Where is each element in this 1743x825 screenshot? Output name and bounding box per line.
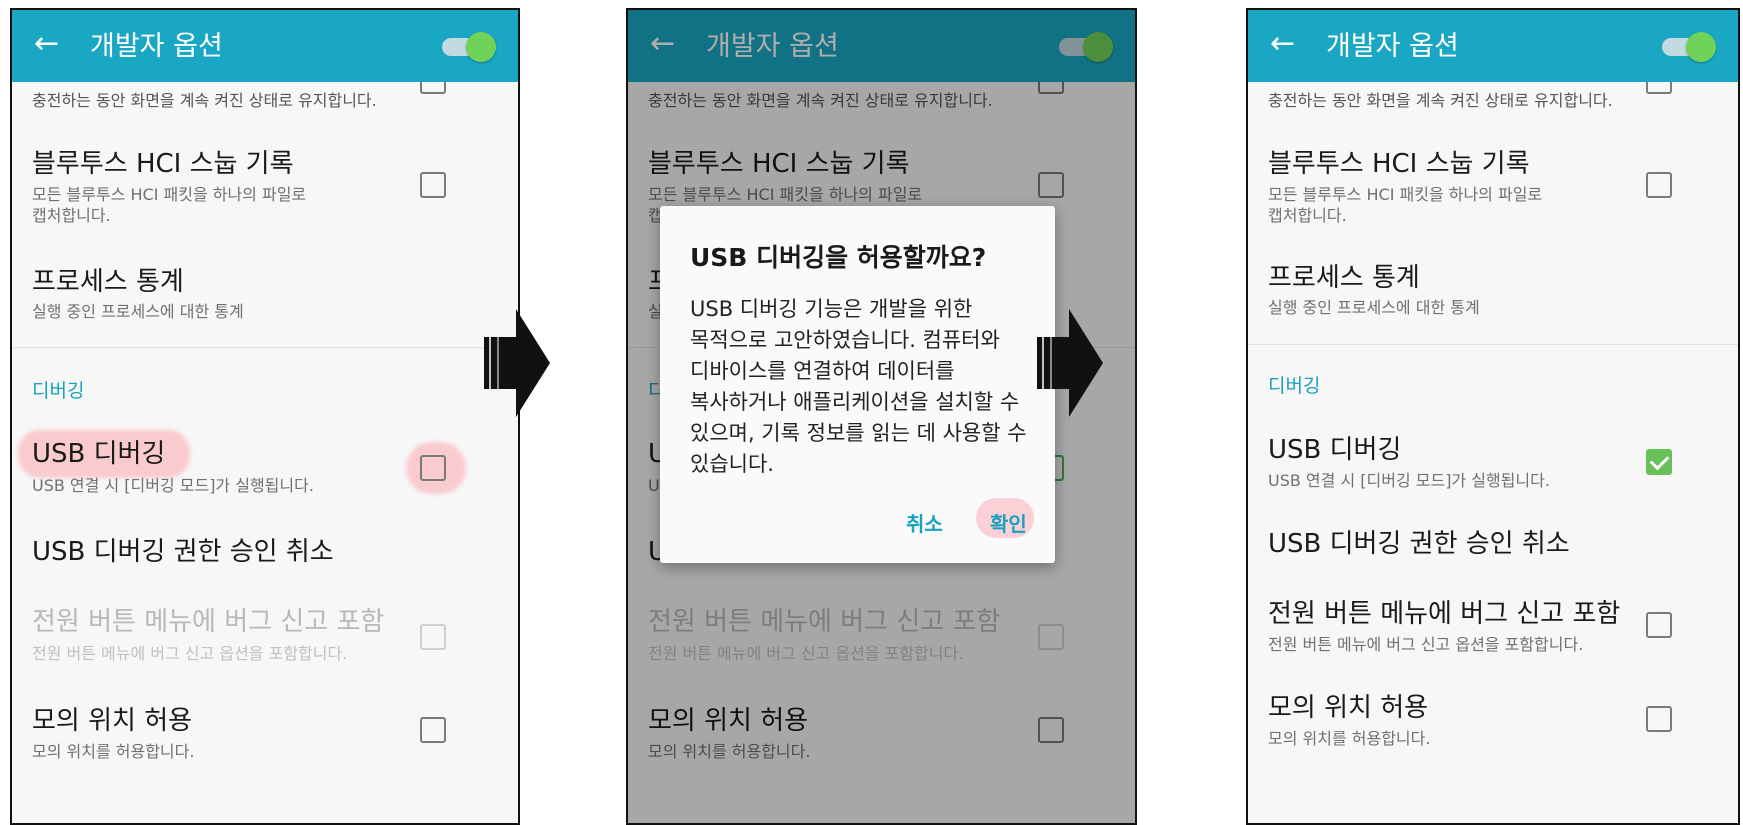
developer-options-toggle[interactable] (1662, 32, 1716, 62)
back-arrow-icon[interactable]: ← (34, 26, 59, 62)
dialog-title: USB 디버깅을 허용할까요? (690, 243, 987, 272)
dialog-message: USB 디버깅 기능은 개발을 위한 목적으로 고안하였습니다. 컴퓨터와 디바… (690, 297, 1027, 476)
arrow-right-icon (484, 309, 550, 417)
usb-debugging-checkbox[interactable] (420, 455, 446, 481)
bt-hci-checkbox[interactable] (1646, 172, 1672, 198)
process-stats-title[interactable]: 프로세스 통계 (1268, 262, 1420, 294)
page-title: 개발자 옵션 (90, 31, 223, 62)
process-stats-summary: 실행 중인 프로세스에 대한 통계 (1268, 298, 1480, 317)
developer-options-toggle[interactable] (442, 32, 496, 62)
bug-report-summary: 전원 버튼 메뉴에 버그 신고 옵션을 포함합니다. (1268, 635, 1584, 654)
mock-location-title[interactable]: 모의 위치 허용 (1268, 692, 1428, 724)
stay-awake-checkbox[interactable] (1646, 82, 1672, 94)
mock-location-checkbox[interactable] (420, 717, 446, 743)
bug-report-summary: 전원 버튼 메뉴에 버그 신고 옵션을 포함합니다. (32, 644, 348, 663)
process-stats-summary: 실행 중인 프로세스에 대한 통계 (32, 302, 244, 321)
toggle-thumb (466, 32, 496, 62)
usb-debugging-title[interactable]: USB 디버깅 (32, 438, 165, 470)
cancel-button[interactable]: 취소 (906, 508, 943, 537)
debugging-section-header: 디버깅 (1268, 375, 1321, 397)
toggle-thumb (1686, 32, 1716, 62)
screen-step-3: ← 개발자 옵션 충전하는 동안 화면을 계속 켜진 상태로 유지합니다. 블루… (1246, 8, 1740, 825)
bt-hci-summary-1: 모든 블루투스 HCI 패킷을 하나의 파일로 (1268, 185, 1543, 204)
bt-hci-checkbox[interactable] (420, 172, 446, 198)
mock-location-summary: 모의 위치를 허용합니다. (1268, 729, 1431, 748)
bug-report-title: 전원 버튼 메뉴에 버그 신고 포함 (32, 607, 385, 637)
stay-awake-summary: 충전하는 동안 화면을 계속 켜진 상태로 유지합니다. (32, 91, 377, 110)
usb-debugging-summary: USB 연결 시 [디버깅 모드]가 실행됩니다. (1268, 471, 1550, 490)
section-divider (12, 347, 518, 348)
settings-list: 충전하는 동안 화면을 계속 켜진 상태로 유지합니다. 블루투스 HCI 스눕… (1248, 82, 1738, 823)
usb-debugging-title[interactable]: USB 디버깅 (1268, 434, 1401, 466)
mock-location-checkbox[interactable] (1646, 706, 1672, 732)
settings-list: 충전하는 동안 화면을 계속 켜진 상태로 유지합니다. 블루투스 HCI 스눕… (12, 82, 518, 823)
usb-debugging-summary: USB 연결 시 [디버깅 모드]가 실행됩니다. (32, 476, 314, 495)
usb-revoke-title[interactable]: USB 디버깅 권한 승인 취소 (32, 536, 334, 568)
bt-hci-summary-2: 캡처합니다. (32, 206, 111, 225)
mock-location-title[interactable]: 모의 위치 허용 (32, 705, 192, 737)
arrow-right-icon (1037, 309, 1103, 417)
bt-hci-summary-1: 모든 블루투스 HCI 패킷을 하나의 파일로 (32, 185, 307, 204)
screen-step-1: ← 개발자 옵션 충전하는 동안 화면을 계속 켜진 상태로 유지합니다. 블루… (10, 8, 520, 825)
section-divider (1248, 344, 1738, 345)
bug-report-checkbox (420, 624, 446, 650)
bt-hci-summary-2: 캡처합니다. (1268, 206, 1347, 225)
usb-debugging-checkbox[interactable] (1646, 449, 1672, 475)
app-bar: ← 개발자 옵션 (1248, 10, 1738, 82)
bt-hci-title: 블루투스 HCI 스눕 기록 (1268, 149, 1530, 179)
debugging-section-header: 디버깅 (32, 380, 85, 402)
page-title: 개발자 옵션 (1326, 31, 1459, 62)
stay-awake-summary: 충전하는 동안 화면을 계속 켜진 상태로 유지합니다. (1268, 91, 1613, 110)
mock-location-summary: 모의 위치를 허용합니다. (32, 742, 195, 761)
bug-report-checkbox[interactable] (1646, 612, 1672, 638)
usb-revoke-title[interactable]: USB 디버깅 권한 승인 취소 (1268, 528, 1570, 560)
ok-button[interactable]: 확인 (990, 508, 1027, 537)
process-stats-title[interactable]: 프로세스 통계 (32, 266, 184, 298)
stay-awake-checkbox[interactable] (420, 82, 446, 94)
back-arrow-icon[interactable]: ← (1270, 26, 1295, 62)
bt-hci-title: 블루투스 HCI 스눕 기록 (32, 149, 294, 179)
app-bar: ← 개발자 옵션 (12, 10, 518, 82)
bug-report-title[interactable]: 전원 버튼 메뉴에 버그 신고 포함 (1268, 598, 1620, 630)
usb-debugging-dialog: USB 디버깅을 허용할까요? USB 디버깅 기능은 개발을 위한 목적으로 … (660, 206, 1055, 563)
